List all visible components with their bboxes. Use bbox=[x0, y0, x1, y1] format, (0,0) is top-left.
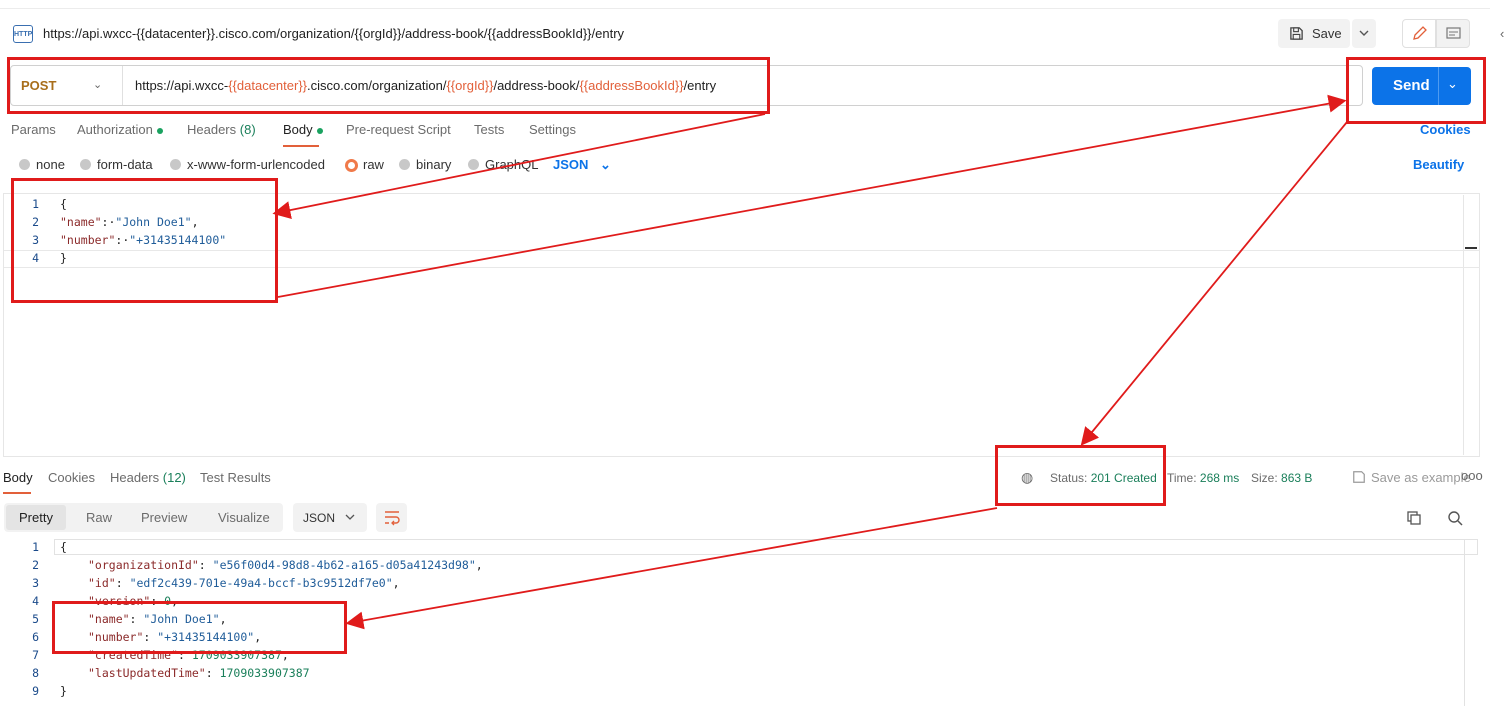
arrow-status-to-response bbox=[345, 507, 998, 630]
arrow-body-to-send bbox=[277, 94, 1347, 298]
arrow-send-to-status bbox=[1080, 121, 1348, 446]
arrow-url-to-body bbox=[272, 113, 766, 219]
annotation-arrows bbox=[272, 94, 1348, 630]
